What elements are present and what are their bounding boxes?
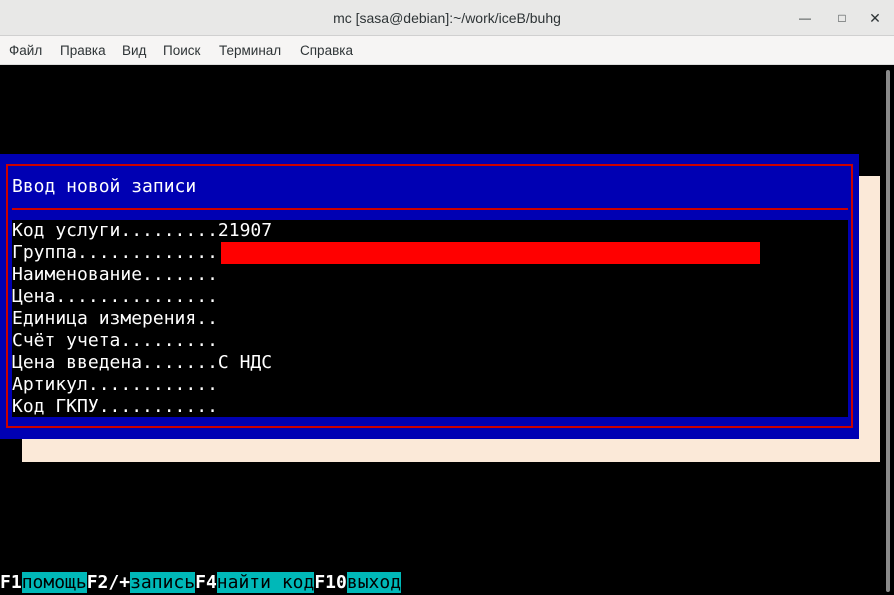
menu-help[interactable]: Справка	[300, 36, 353, 65]
field-label: Код ГКПУ...........	[12, 396, 218, 417]
scrollbar-thumb[interactable]	[886, 70, 890, 592]
field-label: Код услуги.........	[12, 220, 218, 241]
field-label: Артикул............	[12, 374, 218, 395]
fkey-f2[interactable]: F2/+	[87, 572, 130, 593]
minimize-icon[interactable]: —	[796, 9, 814, 27]
fkey-f2-label[interactable]: запись	[130, 572, 196, 593]
field-label: Группа.............	[12, 242, 218, 263]
menu-terminal[interactable]: Терминал	[219, 36, 281, 65]
menu-view[interactable]: Вид	[122, 36, 146, 65]
dialog-title: Ввод новой записи	[12, 176, 197, 197]
field-price-entered[interactable]: Цена введена.......С НДС	[12, 352, 272, 374]
field-value: 21907	[217, 220, 273, 241]
field-article[interactable]: Артикул............	[12, 374, 218, 396]
fkey-f10-label[interactable]: выход	[346, 572, 402, 593]
field-label: Цена введена.......	[12, 352, 218, 373]
fkey-f10[interactable]: F10	[314, 572, 347, 593]
field-service-code[interactable]: Код услуги.........21907	[12, 220, 272, 242]
maximize-icon[interactable]: □	[833, 9, 851, 27]
fkey-f4-label[interactable]: найти код	[216, 572, 315, 593]
menu-edit[interactable]: Правка	[60, 36, 106, 65]
group-field-highlight[interactable]	[221, 242, 760, 264]
field-gkpu-code[interactable]: Код ГКПУ...........	[12, 396, 218, 418]
window-title: mc [sasa@debian]:~/work/iceB/buhg	[333, 10, 561, 26]
field-unit[interactable]: Единица измерения..	[12, 308, 218, 330]
fkey-f1-label[interactable]: помощь	[21, 572, 87, 593]
field-name[interactable]: Наименование.......	[12, 264, 218, 286]
function-key-bar: F1помощьF2/+записьF4найти кодF10выход	[0, 572, 402, 594]
field-label: Наименование.......	[12, 264, 218, 285]
field-label: Счёт учета.........	[12, 330, 218, 351]
field-value: С НДС	[217, 352, 273, 373]
close-icon[interactable]: ✕	[866, 9, 884, 27]
dialog-shadow-right	[859, 176, 880, 462]
fkey-f4[interactable]: F4	[195, 572, 217, 593]
menu-file[interactable]: Файл	[9, 36, 42, 65]
dialog-separator	[12, 208, 848, 210]
menu-search[interactable]: Поиск	[163, 36, 200, 65]
field-label: Единица измерения..	[12, 308, 218, 329]
menubar: Файл Правка Вид Поиск Терминал Справка	[0, 36, 894, 65]
dialog-shadow-bottom	[22, 439, 880, 462]
field-label: Цена...............	[12, 286, 218, 307]
field-price[interactable]: Цена...............	[12, 286, 218, 308]
window-titlebar: mc [sasa@debian]:~/work/iceB/buhg — □ ✕	[0, 0, 894, 36]
field-group[interactable]: Группа.............	[12, 242, 218, 264]
fkey-f1[interactable]: F1	[0, 572, 22, 593]
field-account[interactable]: Счёт учета.........	[12, 330, 218, 352]
